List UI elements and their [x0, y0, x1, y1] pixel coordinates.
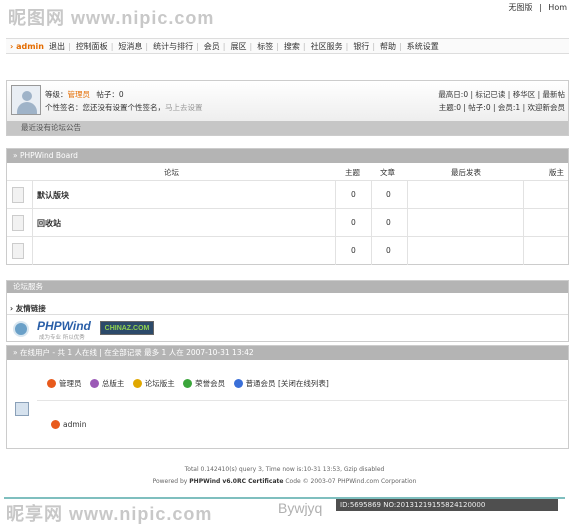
nav-community[interactable]: 社区服务	[311, 41, 343, 52]
online-users-icon	[15, 402, 29, 416]
nav-settings[interactable]: 系统设置	[407, 41, 439, 52]
set-signature-link[interactable]: 马上去设置	[165, 103, 203, 112]
forum-topics: 0	[351, 246, 356, 255]
forum-posts: 0	[386, 190, 391, 199]
online-users-panel: » 在线用户 - 共 1 人在线 | 在全部记录 最多 1 人在 2007-10…	[6, 345, 569, 449]
forum-name[interactable]: 默认版块	[37, 190, 69, 201]
watermark-image-id: ID:5695869 NO:20131219155824120000	[336, 499, 558, 511]
globe-icon	[13, 321, 29, 337]
main-nav: › admin 退出 | 控制面板 | 短消息 | 统计与排行 | 会员 | 展区 | 标签…	[6, 38, 569, 54]
nav-messages[interactable]: 短消息	[118, 41, 142, 52]
col-moderator: 版主	[549, 168, 564, 177]
supermod-star-icon	[89, 379, 99, 388]
announcement-bar[interactable]: 最近没有论坛公告	[7, 121, 568, 135]
legend-forum-mod: 论坛版主	[132, 379, 175, 388]
user-signature: 个性签名：您还没有设置个性签名，马上去设置	[45, 103, 203, 112]
user-panel: 等级：管理员 帖子：0 个性签名：您还没有设置个性签名，马上去设置 最高日:0 …	[6, 80, 569, 136]
legend-honor: 荣誉会员	[183, 379, 225, 388]
nav-members[interactable]: 会员	[204, 41, 220, 52]
member-icon	[233, 379, 243, 388]
col-topics: 主题	[345, 168, 360, 177]
phpwind-logo-link[interactable]: PHPWind	[37, 319, 91, 333]
mod-star-icon	[132, 379, 142, 388]
watermark-bottom-left: 昵享网 www.nipic.com	[6, 504, 213, 524]
services-title: 论坛服务	[7, 281, 568, 293]
online-legend: 管理员 总版主 论坛版主 荣誉会员 普通会员 [关闭在线列表]	[47, 378, 335, 389]
sep: |	[539, 3, 542, 12]
footer-powered: Powered by PHPWind v6.0RC Certificate Co…	[152, 478, 417, 485]
admin-star-icon	[51, 420, 60, 429]
nav-control-panel[interactable]: 控制面板	[76, 41, 108, 52]
admin-star-icon	[47, 379, 56, 388]
forum-icon	[12, 243, 24, 259]
user-stats-line1[interactable]: 最高日:0 | 标记已读 | 移华区 | 最新帖	[438, 89, 565, 100]
forum-name[interactable]: 回收站	[37, 218, 61, 229]
board-header: 论坛 主题 文章 最后发表 版主	[7, 167, 568, 177]
board-row[interactable]: 回收站 0 0	[7, 208, 568, 237]
top-links: 无图版 | Hom	[505, 2, 568, 13]
nav-search[interactable]: 搜索	[284, 41, 300, 52]
user-level: 等级：管理员 帖子：0	[45, 90, 124, 99]
nav-logout[interactable]: 退出	[49, 41, 65, 52]
nav-stats[interactable]: 统计与排行	[153, 41, 193, 52]
forum-topics: 0	[351, 190, 356, 199]
phpwind-slogan: 成为专业 所以优秀	[39, 335, 85, 341]
col-last-post: 最后发表	[451, 168, 481, 177]
friend-links-panel: 论坛服务 › 友情链接 PHPWind 成为专业 所以优秀 CHINAZ.COM	[6, 280, 569, 342]
online-title: » 在线用户 - 共 1 人在线 | 在全部记录 最多 1 人在 2007-10…	[7, 346, 568, 360]
col-forum: 论坛	[164, 168, 179, 177]
watermark-bottom-right: Bywjyq	[278, 500, 323, 516]
watermark-top: 昵图网 www.nipic.com	[8, 8, 215, 28]
board-row[interactable]: 默认版块 0 0	[7, 180, 568, 209]
board-row[interactable]: 0 0	[7, 236, 568, 265]
nav-gallery[interactable]: 展区	[231, 41, 247, 52]
friend-links-title: › 友情链接	[7, 303, 568, 315]
chinaz-logo-link[interactable]: CHINAZ.COM	[100, 321, 154, 335]
forum-posts: 0	[386, 246, 391, 255]
board-title: » PHPWind Board	[7, 149, 568, 163]
legend-super-mod: 总版主	[89, 379, 124, 388]
nav-bank[interactable]: 银行	[353, 41, 369, 52]
forum-icon	[12, 187, 24, 203]
link-home[interactable]: Hom	[548, 3, 567, 12]
footer-brand-link[interactable]: PHPWind v6.0RC Certificate	[189, 478, 283, 485]
user-stats-line2[interactable]: 主题:0 | 帖子:0 | 会员:1 | 欢迎新会员	[439, 102, 565, 113]
forum-topics: 0	[351, 218, 356, 227]
nav-tags[interactable]: 标签	[257, 41, 273, 52]
nav-help[interactable]: 帮助	[380, 41, 396, 52]
link-no-image[interactable]: 无图版	[509, 3, 533, 12]
forum-icon	[12, 215, 24, 231]
footer-stats: Total 0.142410(s) query 3, Time now is:1…	[184, 466, 385, 473]
forum-posts: 0	[386, 218, 391, 227]
nav-user[interactable]: › admin	[10, 42, 44, 51]
legend-member[interactable]: 普通会员 [关闭在线列表]	[233, 379, 329, 388]
user-level-link[interactable]: 管理员	[68, 90, 91, 99]
avatar[interactable]	[11, 85, 41, 115]
col-posts: 文章	[380, 168, 395, 177]
board-table: » PHPWind Board 论坛 主题 文章 最后发表 版主 默认版块 0 …	[6, 148, 569, 265]
legend-admin: 管理员	[47, 379, 82, 388]
honor-icon	[183, 379, 193, 388]
online-user-item[interactable]: admin	[51, 420, 87, 429]
